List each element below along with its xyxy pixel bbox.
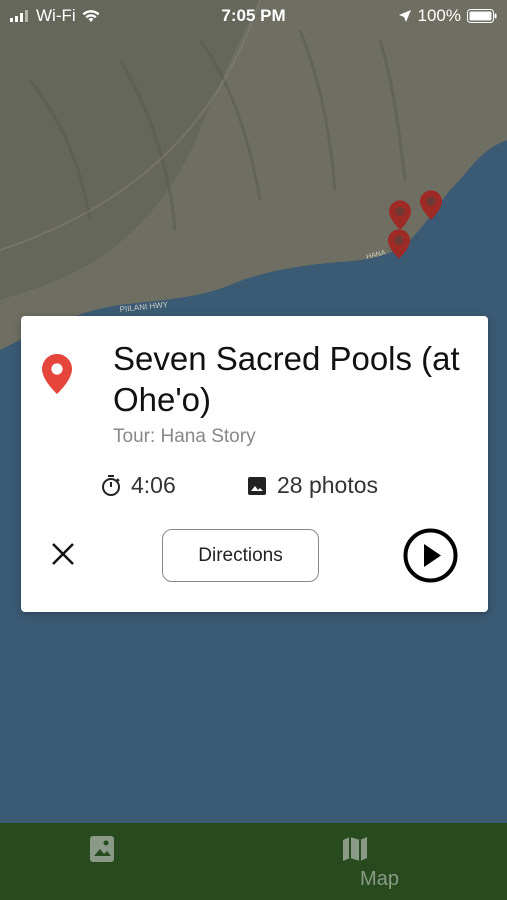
photos-info: 28 photos (247, 472, 378, 499)
image-icon (90, 836, 114, 862)
directions-button[interactable]: Directions (162, 529, 319, 582)
poi-title: Seven Sacred Pools (at Ohe'o) (113, 340, 460, 418)
play-button[interactable] (403, 528, 458, 583)
map-pin[interactable] (420, 190, 442, 220)
tab-gallery[interactable] (0, 823, 253, 900)
location-arrow-icon (398, 10, 411, 22)
close-button[interactable] (47, 538, 79, 570)
duration-info: 4:06 (101, 472, 176, 499)
status-right: 100% (398, 6, 497, 26)
photos-count: 28 photos (277, 472, 379, 498)
tab-map[interactable]: Map (253, 823, 506, 900)
battery-icon (467, 9, 497, 23)
map-pin[interactable] (388, 229, 410, 259)
image-icon (248, 476, 266, 495)
close-icon (52, 543, 74, 565)
status-bar: Wi-Fi 7:05 PM 100% (0, 0, 507, 30)
tab-map-label: Map (360, 868, 399, 890)
location-pin-icon (41, 354, 73, 394)
tour-subtitle: Tour: Hana Story (113, 426, 256, 447)
battery-percent: 100% (417, 6, 461, 25)
poi-card[interactable]: Seven Sacred Pools (at Ohe'o) Tour: Hana… (21, 316, 488, 612)
map-icon (343, 837, 367, 861)
map-pin[interactable] (389, 200, 411, 230)
tab-bar: Map (0, 823, 507, 900)
play-icon (403, 528, 458, 583)
timer-icon (102, 474, 120, 496)
duration-value: 4:06 (131, 472, 176, 498)
